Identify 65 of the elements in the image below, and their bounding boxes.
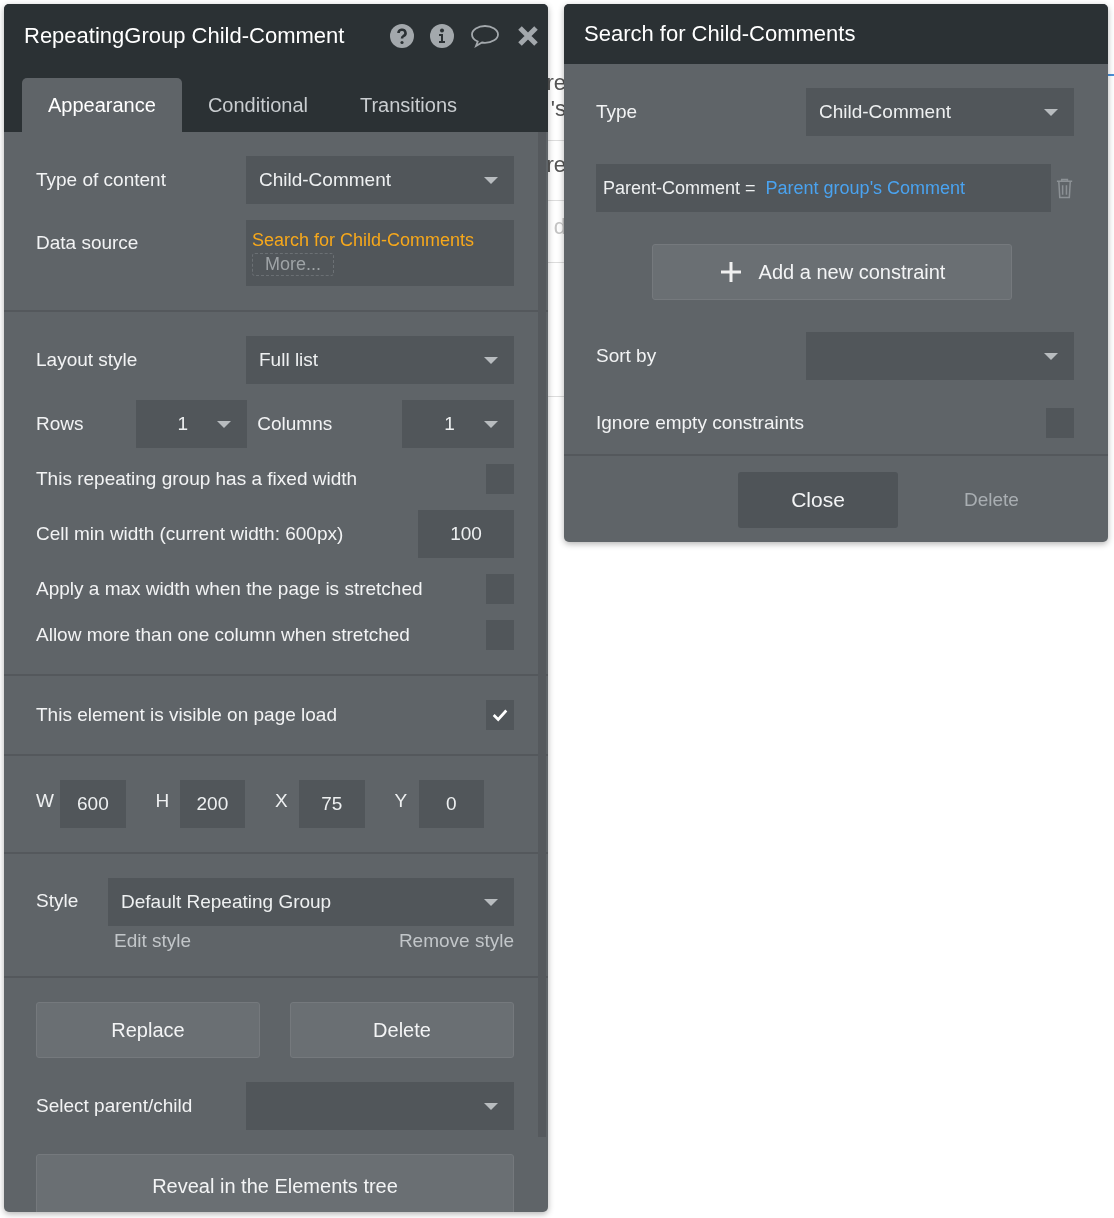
field-label: Type [596,101,638,123]
window-title: RepeatingGroup Child-Comment [24,23,345,49]
dropdown[interactable]: Full list [246,336,514,384]
field-label: Y [394,789,409,812]
field-label: W [36,789,55,812]
option-label: Ignore empty constraints [596,412,805,434]
dropdown[interactable] [246,1082,514,1130]
field-label: Type of content [36,169,166,191]
field-label: Data source [36,231,139,254]
option-label: Allow more than one column when stretched [36,624,410,646]
dropdown[interactable]: 1 [402,400,514,448]
scrollbar[interactable] [538,132,546,1137]
expression-text[interactable]: Search for Child-Comments [252,230,475,251]
caret-icon [484,898,498,906]
caret-icon [484,1102,498,1110]
constraint-key[interactable]: Parent-Comment = [603,177,756,199]
caret-icon [217,420,232,428]
speech-bubble-icon[interactable] [470,24,500,48]
data-source-field[interactable]: Search for Child-Comments More... [246,220,514,286]
action-button[interactable]: Replace [36,1002,260,1058]
tab[interactable]: Conditional [181,78,334,132]
add-constraint-button[interactable]: Add a new constraint [652,244,1012,300]
field-label: H [155,789,171,812]
dropdown[interactable]: Child-Comment [246,156,514,204]
action-button[interactable]: Delete [290,1002,514,1058]
window-title: Search for Child-Comments [584,21,856,47]
caret-icon [1044,352,1058,360]
close-button[interactable]: Close [738,472,898,528]
tab[interactable]: Transitions [333,78,484,132]
field-label: Sort by [596,345,657,367]
dropdown[interactable] [806,332,1074,380]
input-field[interactable]: 600 [60,780,126,828]
dropdown[interactable]: Child-Comment [806,88,1074,136]
tab[interactable]: Appearance [22,78,182,132]
dropdown[interactable]: Default Repeating Group [108,878,514,926]
input-field[interactable]: 75 [299,780,365,828]
dropdown[interactable]: 1 [135,400,248,448]
input-field[interactable]: 0 [418,780,484,828]
field-label: Columns [257,413,333,435]
caret-icon [484,176,498,184]
caret-icon [1044,108,1058,116]
input-field[interactable]: 100 [418,510,514,558]
reveal-button[interactable]: Reveal in the Elements tree [36,1154,514,1212]
field-label: Layout style [36,349,138,371]
option-label: This repeating group has a fixed width [36,468,358,490]
caret-icon [484,420,498,428]
help-icon[interactable] [390,24,414,48]
canvas-text: d [553,216,564,238]
option-label: This element is visible on page load [36,704,337,726]
input-field[interactable]: 200 [179,780,245,828]
remove-style-link[interactable]: Remove style [398,930,514,952]
option-label: Cell min width (current width: 600px) [36,523,344,545]
edit-style-link[interactable]: Edit style [114,930,192,952]
constraint-field[interactable]: Parent-Comment = Parent group's Comment [596,164,1051,212]
caret-icon [484,356,498,364]
field-label: Select parent/child [36,1095,193,1117]
field-label: X [275,789,289,812]
plus-icon [718,260,743,284]
trash-icon[interactable] [1054,177,1074,199]
checkbox[interactable] [486,700,514,730]
info-icon[interactable] [430,24,454,48]
field-label: Rows [36,413,84,435]
close-icon[interactable] [516,24,540,48]
field-label: Style [36,889,80,912]
option-label: Apply a max width when the page is stretched [36,578,423,600]
